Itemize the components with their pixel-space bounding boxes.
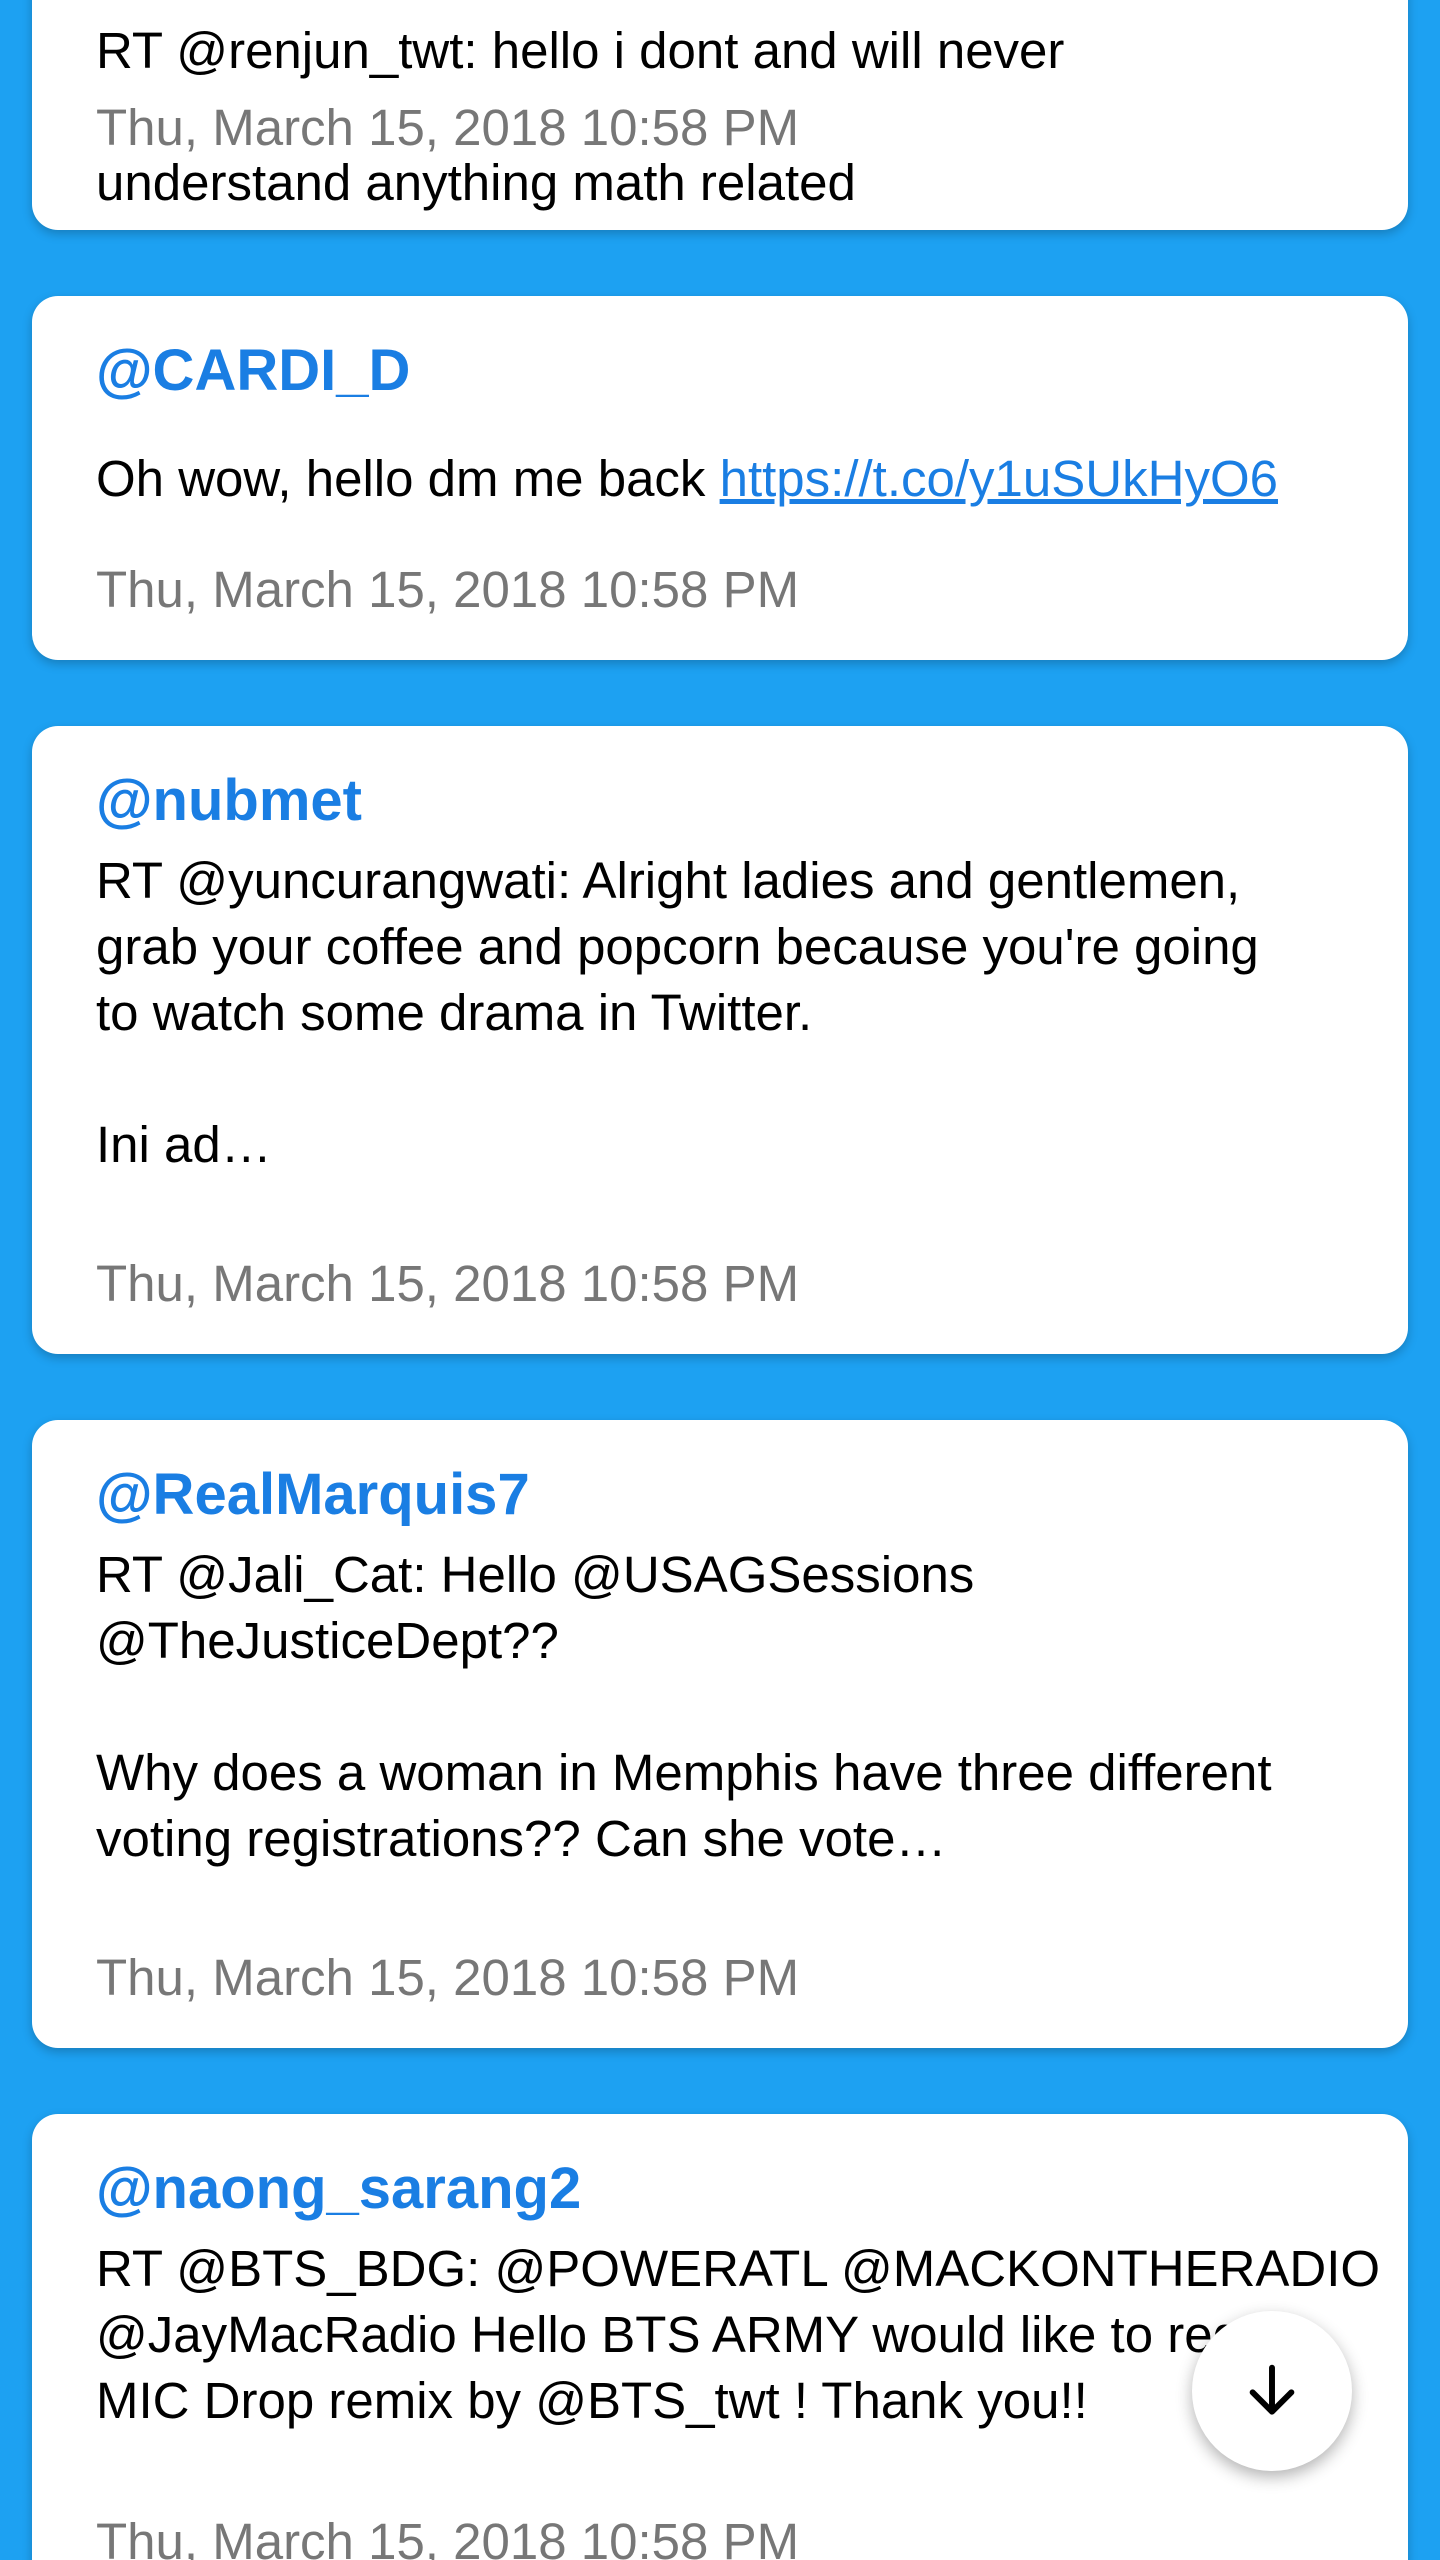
arrow-down-icon <box>1249 2364 1295 2415</box>
tweet-timestamp: Thu, March 15, 2018 10:58 PM <box>96 1949 800 2006</box>
tweet-text-line: RT @renjun_twt: hello i dont and will ne… <box>96 22 1065 79</box>
tweet-feed[interactable]: RT @renjun_twt: hello i dont and will ne… <box>0 0 1440 2560</box>
tweet-card[interactable]: @naong_sarang2 RT @BTS_BDG: @POWERATL @M… <box>32 2114 1408 2560</box>
tweet-card[interactable]: @RealMarquis7 RT @Jali_Cat: Hello @USAGS… <box>32 1420 1408 2048</box>
tweet-handle[interactable]: @naong_sarang2 <box>96 2160 581 2218</box>
tweet-handle[interactable]: @RealMarquis7 <box>96 1466 530 1524</box>
tweet-text: RT @yuncurangwati: Alright ladies and ge… <box>96 852 1259 1173</box>
tweet-handle[interactable]: @nubmet <box>96 772 362 830</box>
tweet-text-line: understand anything math related <box>96 154 856 211</box>
tweet-card[interactable]: RT @renjun_twt: hello i dont and will ne… <box>32 0 1408 230</box>
tweet-timestamp: Thu, March 15, 2018 10:58 PM <box>96 1255 800 1312</box>
tweet-card[interactable]: @nubmet RT @yuncurangwati: Alright ladie… <box>32 726 1408 1354</box>
tweet-card[interactable]: @CARDI_D Oh wow, hello dm me back https:… <box>32 296 1408 660</box>
tweet-link[interactable]: https://t.co/y1uSUkHyO6 <box>720 450 1278 507</box>
tweet-text-content: Oh wow, hello dm me back <box>96 450 720 507</box>
scroll-down-button[interactable] <box>1192 2311 1352 2471</box>
tweet-text: RT @Jali_Cat: Hello @USAGSessions @TheJu… <box>96 1546 1272 1867</box>
tweet-timestamp: Thu, March 15, 2018 10:58 PM <box>96 561 800 618</box>
tweet-timestamp: Thu, March 15, 2018 10:58 PM <box>96 99 800 156</box>
tweet-handle[interactable]: @CARDI_D <box>96 342 410 400</box>
tweet-text: Oh wow, hello dm me back https://t.co/y1… <box>96 446 1388 512</box>
tweet-timestamp: Thu, March 15, 2018 10:58 PM <box>96 2513 800 2560</box>
